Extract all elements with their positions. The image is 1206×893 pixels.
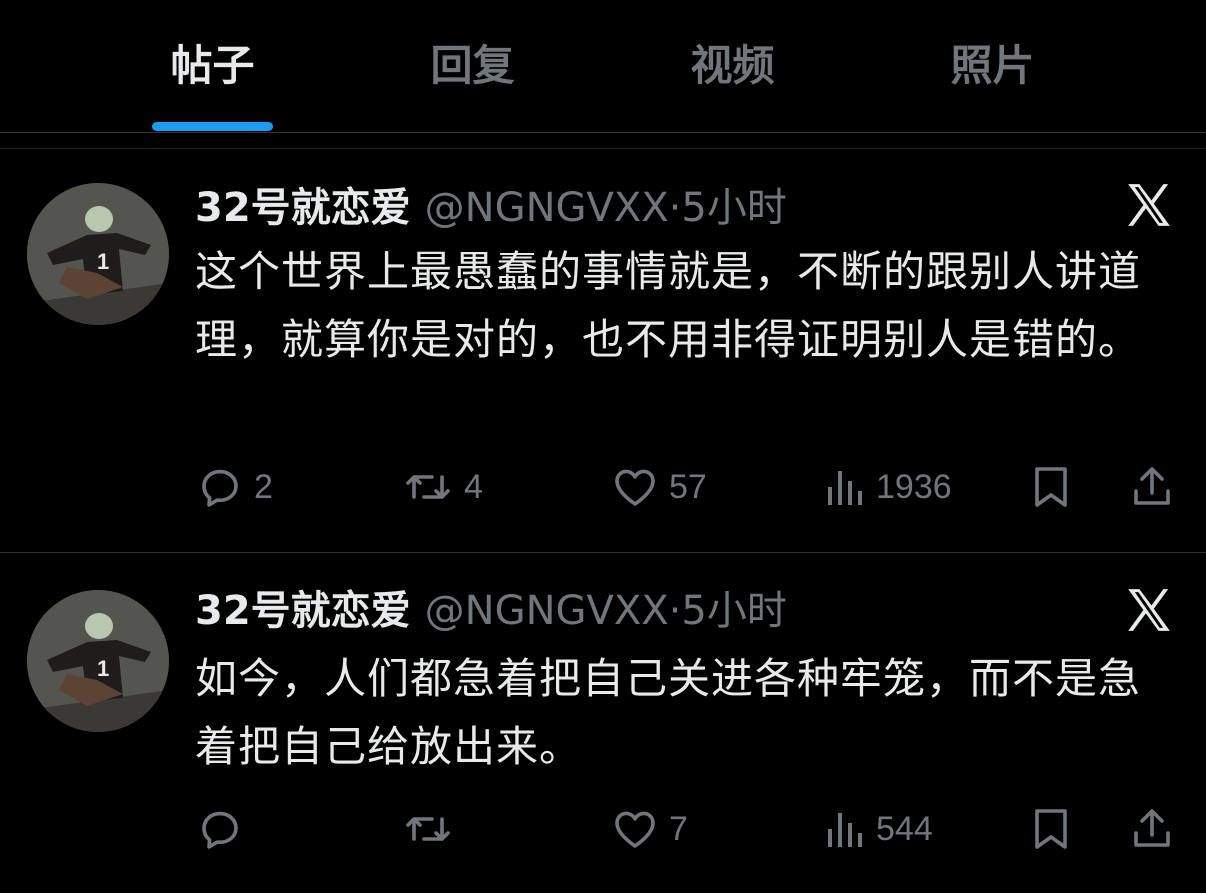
reply-button[interactable] xyxy=(196,805,254,853)
tab-videos[interactable]: 视频 xyxy=(672,38,793,132)
repost-icon xyxy=(406,817,450,841)
post-actions: 2 4 57 1936 xyxy=(0,463,1206,511)
reply-icon xyxy=(202,811,238,849)
handle-and-time[interactable]: @NGNGVXX·5小时 xyxy=(425,185,787,231)
bookmark-icon xyxy=(1035,809,1067,849)
share-icon xyxy=(1134,809,1170,847)
display-name[interactable]: 32号就恋爱 xyxy=(195,185,411,231)
post-text: 这个世界上最愚蠢的事情就是，不断的跟别人讲道理，就算你是对的，也不用非得证明别人… xyxy=(195,247,1142,364)
x-logo-icon xyxy=(1128,589,1170,631)
avatar-image: 1 xyxy=(27,590,169,732)
bookmark-icon xyxy=(1035,467,1067,507)
share-button[interactable] xyxy=(1128,463,1176,511)
tab-photos[interactable]: 照片 xyxy=(932,38,1053,132)
svg-text:1: 1 xyxy=(97,249,109,274)
avatar[interactable]: 1 xyxy=(27,590,169,732)
views-count: 544 xyxy=(876,809,933,848)
tab-videos-label: 视频 xyxy=(690,41,775,90)
like-count: 57 xyxy=(669,467,707,506)
svg-text:1: 1 xyxy=(97,656,109,681)
reply-button[interactable]: 2 xyxy=(196,463,273,511)
like-button[interactable]: 7 xyxy=(611,805,688,853)
avatar[interactable]: 1 xyxy=(27,183,169,325)
like-icon xyxy=(615,469,655,506)
reply-count: 2 xyxy=(254,467,273,506)
handle-and-time[interactable]: @NGNGVXX·5小时 xyxy=(425,588,787,634)
profile-tabs: 帖子 回复 视频 照片 xyxy=(0,0,1206,133)
active-tab-indicator xyxy=(152,122,273,131)
like-button[interactable]: 57 xyxy=(611,463,707,511)
post-header: 32号就恋爱 @NGNGVXX·5小时 xyxy=(195,182,787,234)
share-button[interactable] xyxy=(1128,805,1176,853)
post-text: 如今，人们都急着把自己关进各种牢笼，而不是急着把自己给放出来。 xyxy=(195,654,1142,771)
share-icon xyxy=(1134,467,1170,505)
tab-photos-label: 照片 xyxy=(950,41,1035,90)
like-count: 7 xyxy=(669,809,688,848)
post-header: 32号就恋爱 @NGNGVXX·5小时 xyxy=(195,585,787,637)
views-icon xyxy=(828,813,862,847)
x-logo-icon xyxy=(1128,184,1170,226)
repost-button[interactable] xyxy=(402,805,464,853)
reply-icon xyxy=(202,469,238,507)
tab-replies[interactable]: 回复 xyxy=(412,38,533,132)
post-actions: 7 544 xyxy=(0,805,1206,853)
like-icon xyxy=(615,811,655,848)
repost-count: 4 xyxy=(464,467,483,506)
avatar-image: 1 xyxy=(27,183,169,325)
tabs-bottom-divider xyxy=(0,148,1206,149)
tab-posts[interactable]: 帖子 xyxy=(152,38,273,132)
post-divider xyxy=(0,552,1206,553)
views-icon xyxy=(828,471,862,505)
views-button[interactable]: 1936 xyxy=(822,463,952,511)
repost-icon xyxy=(406,475,450,499)
display-name[interactable]: 32号就恋爱 xyxy=(195,588,411,634)
views-button[interactable]: 544 xyxy=(822,805,933,853)
views-count: 1936 xyxy=(876,467,952,506)
bookmark-button[interactable] xyxy=(1027,463,1075,511)
repost-button[interactable]: 4 xyxy=(402,463,483,511)
bookmark-button[interactable] xyxy=(1027,805,1075,853)
tab-posts-label: 帖子 xyxy=(170,41,255,90)
tab-replies-label: 回复 xyxy=(430,41,515,90)
